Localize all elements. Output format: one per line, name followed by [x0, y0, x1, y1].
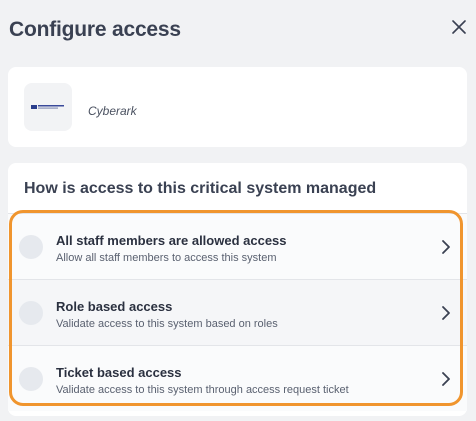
system-logo: [24, 83, 72, 131]
option-all-staff[interactable]: All staff members are allowed access All…: [8, 214, 467, 280]
option-title: All staff members are allowed access: [56, 233, 287, 248]
option-description: Validate access to this system based on …: [56, 318, 278, 330]
option-ticket-based[interactable]: Ticket based access Validate access to t…: [8, 346, 467, 411]
close-icon: [452, 20, 466, 34]
chevron-right-icon: [442, 306, 450, 320]
access-options-list: All staff members are allowed access All…: [8, 213, 467, 411]
radio-button[interactable]: [19, 235, 43, 259]
radio-button[interactable]: [19, 301, 43, 325]
dialog-title: Configure access: [9, 18, 181, 41]
system-name: Cyberark: [88, 104, 137, 118]
option-role-based[interactable]: Role based access Validate access to thi…: [8, 280, 467, 346]
dialog-header: Configure access: [0, 0, 476, 62]
question-heading: How is access to this critical system ma…: [24, 180, 377, 197]
close-button[interactable]: [448, 16, 470, 38]
option-description: Validate access to this system through a…: [56, 384, 349, 396]
radio-button[interactable]: [19, 367, 43, 391]
option-title: Ticket based access: [56, 365, 182, 380]
option-description: Allow all staff members to access this s…: [56, 252, 277, 264]
access-question-card: How is access to this critical system ma…: [8, 163, 467, 416]
system-card: Cyberark: [8, 67, 467, 147]
cyberark-logo-icon: [31, 105, 64, 109]
option-title: Role based access: [56, 299, 173, 314]
chevron-right-icon: [442, 372, 450, 386]
chevron-right-icon: [442, 240, 450, 254]
